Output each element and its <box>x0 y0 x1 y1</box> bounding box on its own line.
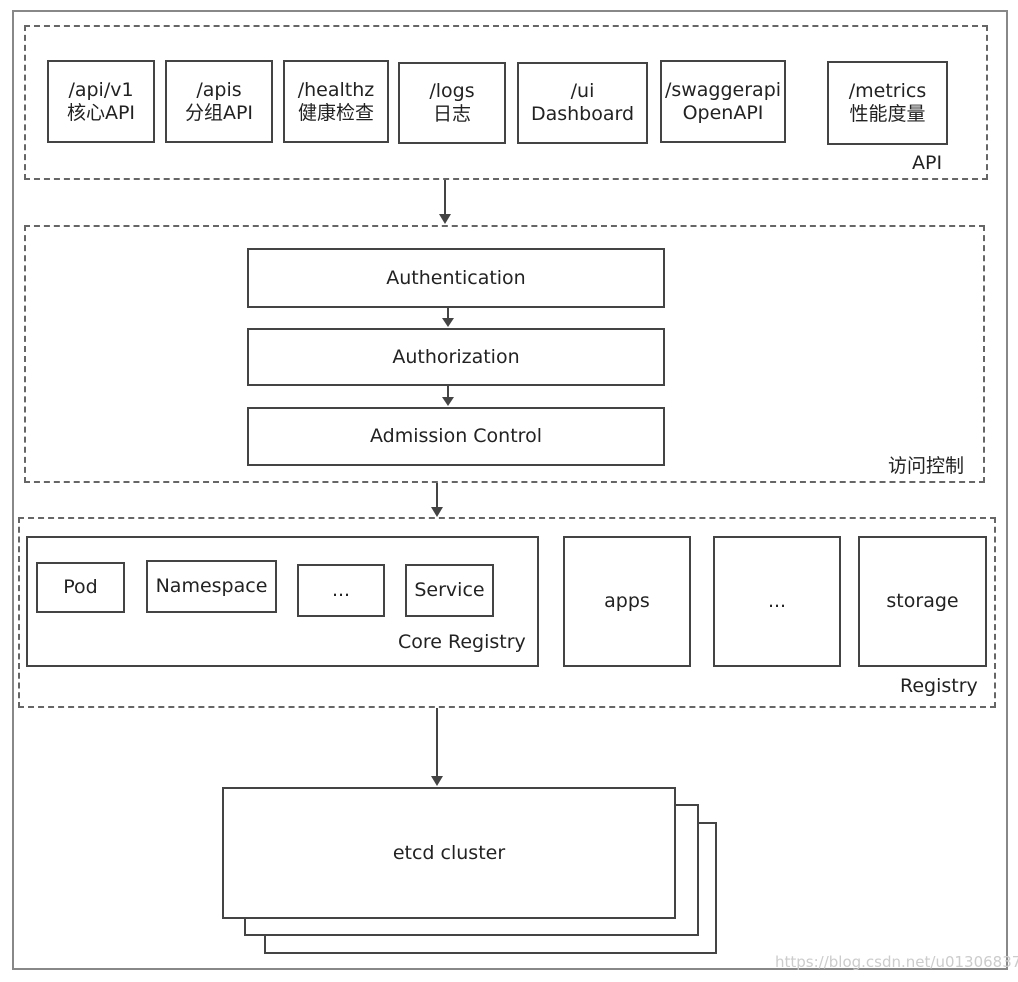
registry-item-service: Service <box>405 564 494 617</box>
arrow-down-icon <box>442 318 454 327</box>
endpoint-path: /apis <box>196 78 242 101</box>
endpoint-path: /ui <box>570 80 595 102</box>
registry-storage: storage <box>858 536 987 667</box>
registry-apps: apps <box>563 536 691 667</box>
access-control-label: 访问控制 <box>888 455 965 477</box>
admission-control-step: Admission Control <box>247 407 665 466</box>
item-label: Pod <box>63 576 98 598</box>
connector-line <box>436 708 438 776</box>
authorization-step: Authorization <box>247 328 665 386</box>
endpoint-path: /api/v1 <box>68 78 134 101</box>
endpoint-desc: 健康检查 <box>297 101 374 124</box>
endpoint-path: /healthz <box>297 78 375 101</box>
endpoint-path: /swaggerapi <box>664 78 782 101</box>
endpoint-logs: /logs 日志 <box>398 62 506 144</box>
step-label: Authentication <box>386 266 526 289</box>
arrow-down-icon <box>431 776 443 786</box>
group-label: storage <box>886 590 959 612</box>
endpoint-desc: Dashboard <box>530 103 635 125</box>
endpoint-path: /logs <box>429 80 475 102</box>
registry-item-more: ... <box>297 564 385 617</box>
step-label: Admission Control <box>370 425 542 447</box>
core-registry-label: Core Registry <box>398 631 526 653</box>
etcd-cluster: etcd cluster <box>222 787 676 919</box>
endpoint-desc: 日志 <box>432 103 471 125</box>
endpoint-desc: 核心API <box>66 101 136 124</box>
etcd-label: etcd cluster <box>392 841 506 864</box>
step-label: Authorization <box>392 345 520 368</box>
authentication-step: Authentication <box>247 248 665 308</box>
endpoint-desc: 分组API <box>184 101 254 124</box>
group-label: apps <box>604 590 650 612</box>
connector-line <box>436 483 438 509</box>
arrow-down-icon <box>442 397 454 406</box>
endpoint-swaggerapi: /swaggerapi OpenAPI <box>660 60 786 143</box>
endpoint-api-v1: /api/v1 核心API <box>47 60 155 143</box>
endpoint-ui: /ui Dashboard <box>517 62 648 144</box>
registry-item-pod: Pod <box>36 562 125 613</box>
arrow-down-icon <box>431 507 443 517</box>
registry-item-namespace: Namespace <box>146 560 277 613</box>
endpoint-desc: OpenAPI <box>682 101 764 124</box>
api-group-label: API <box>912 152 943 174</box>
diagram-canvas: /api/v1 核心API /apis 分组API /healthz 健康检查 /lo… <box>0 0 1018 982</box>
registry-more: ... <box>713 536 841 667</box>
item-label: ... <box>331 579 351 601</box>
item-label: Namespace <box>155 575 268 597</box>
registry-label: Registry <box>900 675 978 697</box>
connector-line <box>444 180 446 216</box>
endpoint-apis: /apis 分组API <box>165 60 273 143</box>
arrow-down-icon <box>439 214 451 224</box>
watermark: https://blog.csdn.net/u013068377 <box>775 953 1018 971</box>
item-label: Service <box>414 579 485 601</box>
endpoint-path: /metrics <box>848 80 927 102</box>
endpoint-metrics: /metrics 性能度量 <box>827 61 948 145</box>
group-label: ... <box>767 590 787 612</box>
endpoint-desc: 性能度量 <box>849 103 926 125</box>
endpoint-healthz: /healthz 健康检查 <box>283 60 389 143</box>
